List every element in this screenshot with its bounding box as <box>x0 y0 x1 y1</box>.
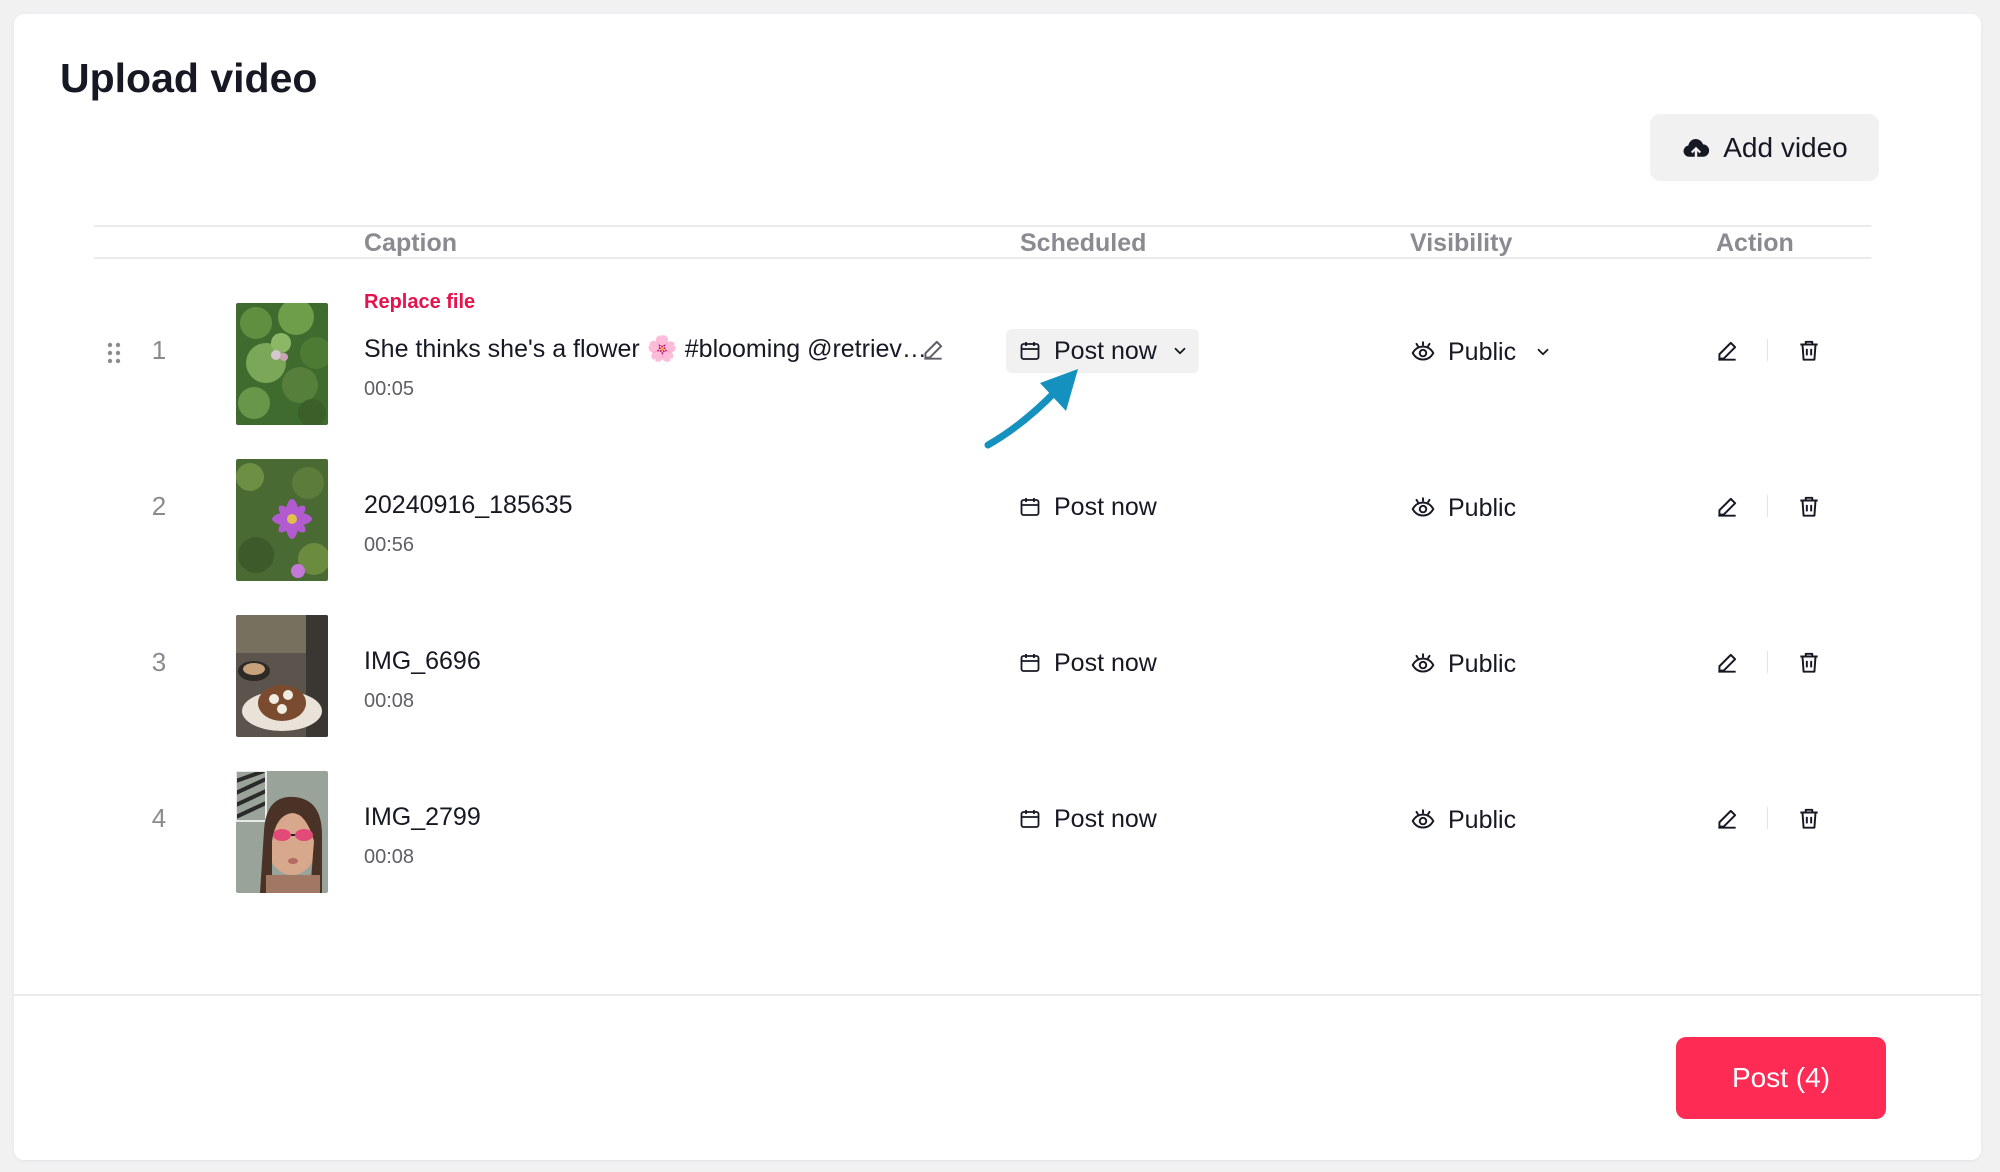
post-button[interactable]: Post (4) <box>1676 1037 1886 1119</box>
table-row: 3 IMG_6696 00:08 Post now Public <box>94 599 1871 737</box>
upload-panel <box>14 14 1981 1160</box>
calendar-icon <box>1020 654 1040 672</box>
schedule-label: Post now <box>1054 492 1157 521</box>
add-video-button[interactable]: Add video <box>1650 114 1879 181</box>
video-caption: She thinks she's a flower 🌸 #blooming @r… <box>364 335 927 363</box>
trash-icon[interactable] <box>1796 338 1822 364</box>
video-caption: IMG_6696 <box>364 647 481 675</box>
video-thumbnail[interactable] <box>236 303 328 425</box>
video-duration: 00:05 <box>364 378 415 400</box>
schedule-label: Post now <box>1054 648 1157 677</box>
eye-icon <box>1411 809 1435 829</box>
edit-pencil-icon[interactable] <box>1714 338 1740 364</box>
trash-icon[interactable] <box>1796 650 1822 676</box>
table-header: Caption Scheduled Visibility Action <box>94 225 1871 259</box>
edit-pencil-icon[interactable] <box>1714 806 1740 832</box>
visibility-label: Public <box>1448 493 1517 522</box>
trash-icon[interactable] <box>1796 494 1822 520</box>
header-visibility: Visibility <box>1410 229 1513 257</box>
header-action: Action <box>1716 229 1794 257</box>
row-number: 1 <box>151 335 167 365</box>
visibility-dropdown[interactable]: Public <box>1410 800 1516 840</box>
table-row: 4 IMG_2799 00:08 Post now Public <box>94 755 1871 893</box>
row-number: 4 <box>151 803 167 833</box>
video-thumbnail[interactable] <box>236 771 328 893</box>
visibility-dropdown[interactable]: Public <box>1410 644 1516 684</box>
visibility-label: Public <box>1448 337 1517 366</box>
schedule-dropdown[interactable]: Post now <box>1006 797 1169 841</box>
chevron-down-icon <box>1174 347 1186 355</box>
trash-icon[interactable] <box>1796 806 1822 832</box>
video-thumbnail[interactable] <box>236 615 328 737</box>
edit-pencil-icon[interactable] <box>1714 650 1740 676</box>
action-divider <box>1767 339 1768 361</box>
video-duration: 00:56 <box>364 534 415 556</box>
edit-pencil-icon[interactable] <box>1714 494 1740 520</box>
drag-handle-icon[interactable] <box>106 341 122 365</box>
schedule-label: Post now <box>1054 804 1157 833</box>
page-title: Upload video <box>60 55 318 101</box>
calendar-icon <box>1020 810 1040 828</box>
visibility-dropdown[interactable]: Public <box>1410 332 1552 372</box>
annotation-arrow <box>984 369 1078 449</box>
row-number: 3 <box>151 647 167 677</box>
action-divider <box>1767 651 1768 673</box>
action-divider <box>1767 807 1768 829</box>
eye-icon <box>1411 497 1435 517</box>
calendar-icon <box>1020 498 1040 516</box>
video-caption: IMG_2799 <box>364 803 481 831</box>
footer-divider <box>14 994 1981 996</box>
video-table: Caption Scheduled Visibility Action 1 Re… <box>94 225 1871 893</box>
schedule-label: Post now <box>1054 336 1157 365</box>
video-duration: 00:08 <box>364 846 415 868</box>
add-video-label: Add video <box>1723 131 1848 163</box>
eye-icon <box>1411 341 1435 361</box>
visibility-dropdown[interactable]: Public <box>1410 488 1516 528</box>
row-number: 2 <box>151 491 167 521</box>
cloud-upload-icon <box>1683 138 1710 157</box>
schedule-dropdown[interactable]: Post now <box>1006 641 1169 685</box>
header-scheduled: Scheduled <box>1020 229 1147 257</box>
chevron-down-icon <box>1537 348 1549 356</box>
edit-caption-pencil-icon[interactable] <box>920 337 946 363</box>
video-caption: 20240916_185635 <box>364 491 573 519</box>
video-thumbnail[interactable] <box>236 459 328 581</box>
visibility-label: Public <box>1448 805 1517 834</box>
visibility-label: Public <box>1448 649 1517 678</box>
header-caption: Caption <box>364 229 458 257</box>
video-duration: 00:08 <box>364 690 415 712</box>
table-row: 2 20240916_185635 00:56 Post now Public <box>94 443 1871 581</box>
calendar-icon <box>1020 342 1040 360</box>
eye-icon <box>1411 653 1435 673</box>
schedule-dropdown[interactable]: Post now <box>1006 485 1169 529</box>
action-divider <box>1767 495 1768 517</box>
replace-file-link[interactable]: Replace file <box>364 291 475 314</box>
